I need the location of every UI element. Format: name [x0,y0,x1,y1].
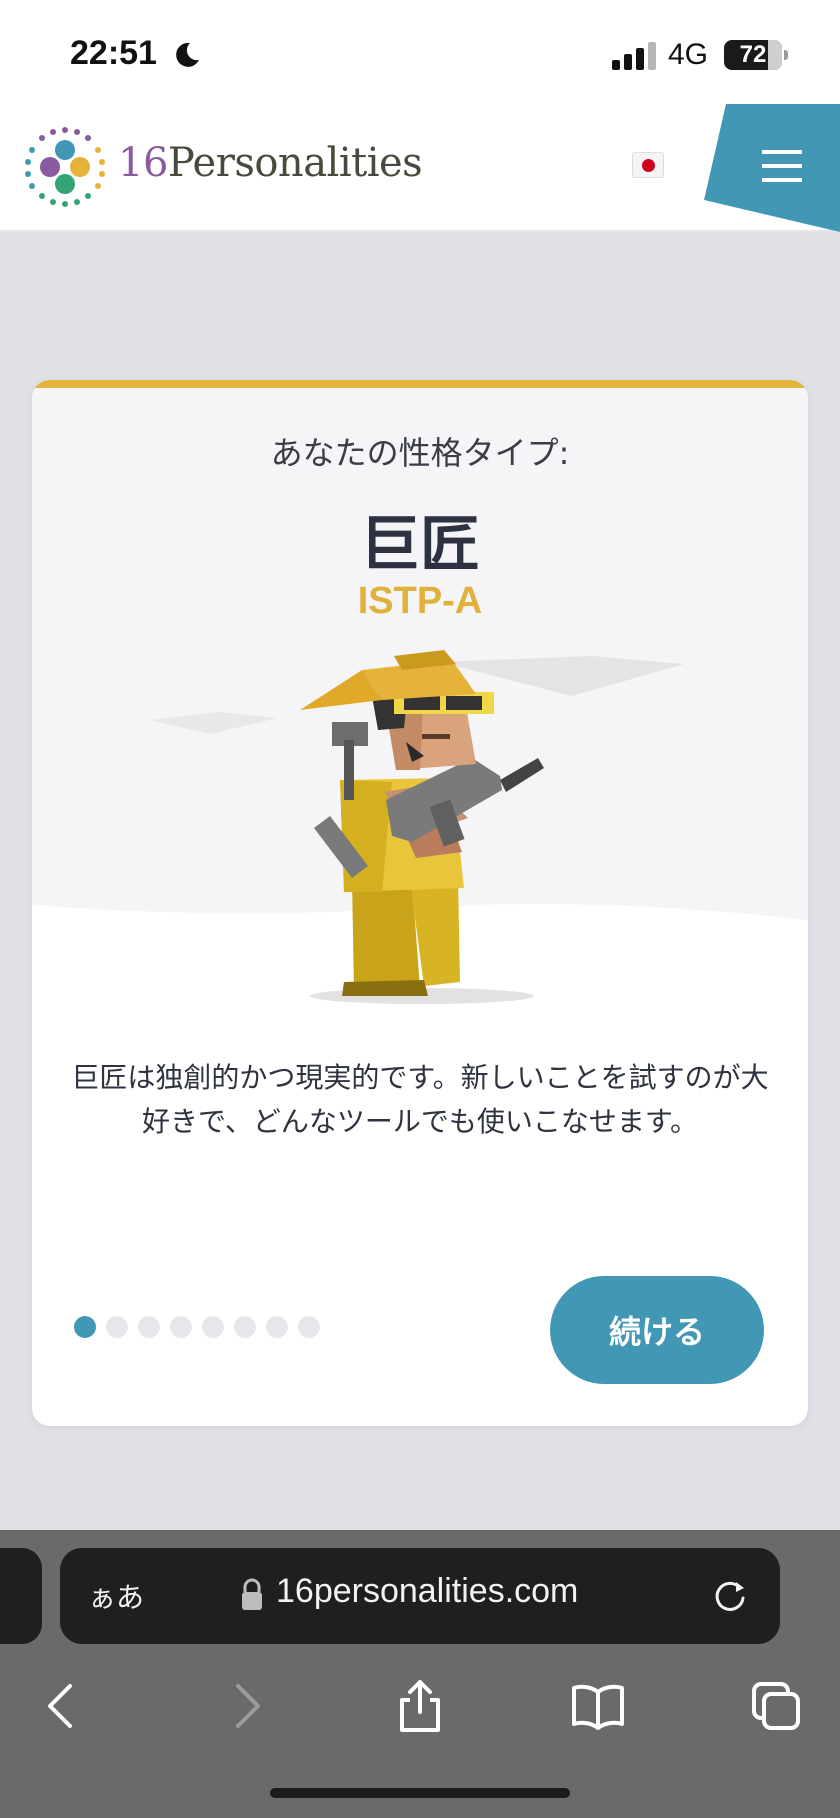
forward-icon[interactable] [218,1678,274,1734]
menu-button[interactable] [704,104,840,232]
reload-icon[interactable] [710,1576,750,1616]
bookmarks-icon[interactable] [570,1678,626,1734]
logo-word: Personalities [167,140,423,186]
logo-dots-icon[interactable] [22,124,108,210]
pagination-dot[interactable] [170,1316,192,1338]
status-time: 22:51 [70,34,157,72]
card-accent-line [32,380,808,388]
pagination-dot[interactable] [202,1316,224,1338]
virtuoso-character-illustration [32,650,808,1050]
signal-icon [612,42,656,70]
lock-icon [242,1578,262,1610]
browser-toolbar: ぁあ 16personalities.com [0,1530,840,1818]
network-type: 4G [668,38,709,71]
pagination-dot[interactable] [106,1316,128,1338]
pagination-dot[interactable] [298,1316,320,1338]
battery-level: 72 [739,41,767,68]
logo-wordmark[interactable]: 16Personalities [118,140,423,186]
continue-button[interactable]: 続ける [550,1276,764,1384]
page-settings-button[interactable]: ぁあ [88,1576,144,1616]
url-text[interactable]: 16personalities.com [276,1572,578,1611]
status-bar: 22:51 4G 72 [0,0,840,104]
previous-tab-preview[interactable] [0,1548,42,1644]
personality-code: ISTP-A [357,580,483,622]
result-card: あなたの性格タイプ: 巨匠 ISTP-A 巨匠は独創的かつ現実的です。新しいこと… [32,380,808,1426]
personality-title: 巨匠 [360,510,480,580]
home-indicator [270,1788,570,1798]
hamburger-icon [704,104,840,232]
site-header: 16Personalities [0,104,840,232]
jp-flag-icon[interactable] [632,152,664,178]
moon-icon [176,42,199,67]
card-subtitle: あなたの性格タイプ: [270,434,570,472]
personality-description: 巨匠は独創的かつ現実的です。新しいことを試すのが大好きで、どんなツールでも使いこ… [71,1061,769,1138]
pagination-dot[interactable] [138,1316,160,1338]
battery-indicator: 72 [724,40,788,70]
tabs-icon[interactable] [748,1678,804,1734]
pagination-dot[interactable] [74,1316,96,1338]
pagination-dot[interactable] [266,1316,288,1338]
address-bar[interactable]: ぁあ 16personalities.com [60,1548,780,1644]
back-icon[interactable] [36,1678,92,1734]
share-icon[interactable] [392,1678,448,1734]
logo-number: 16 [118,140,168,186]
pagination-dot[interactable] [234,1316,256,1338]
